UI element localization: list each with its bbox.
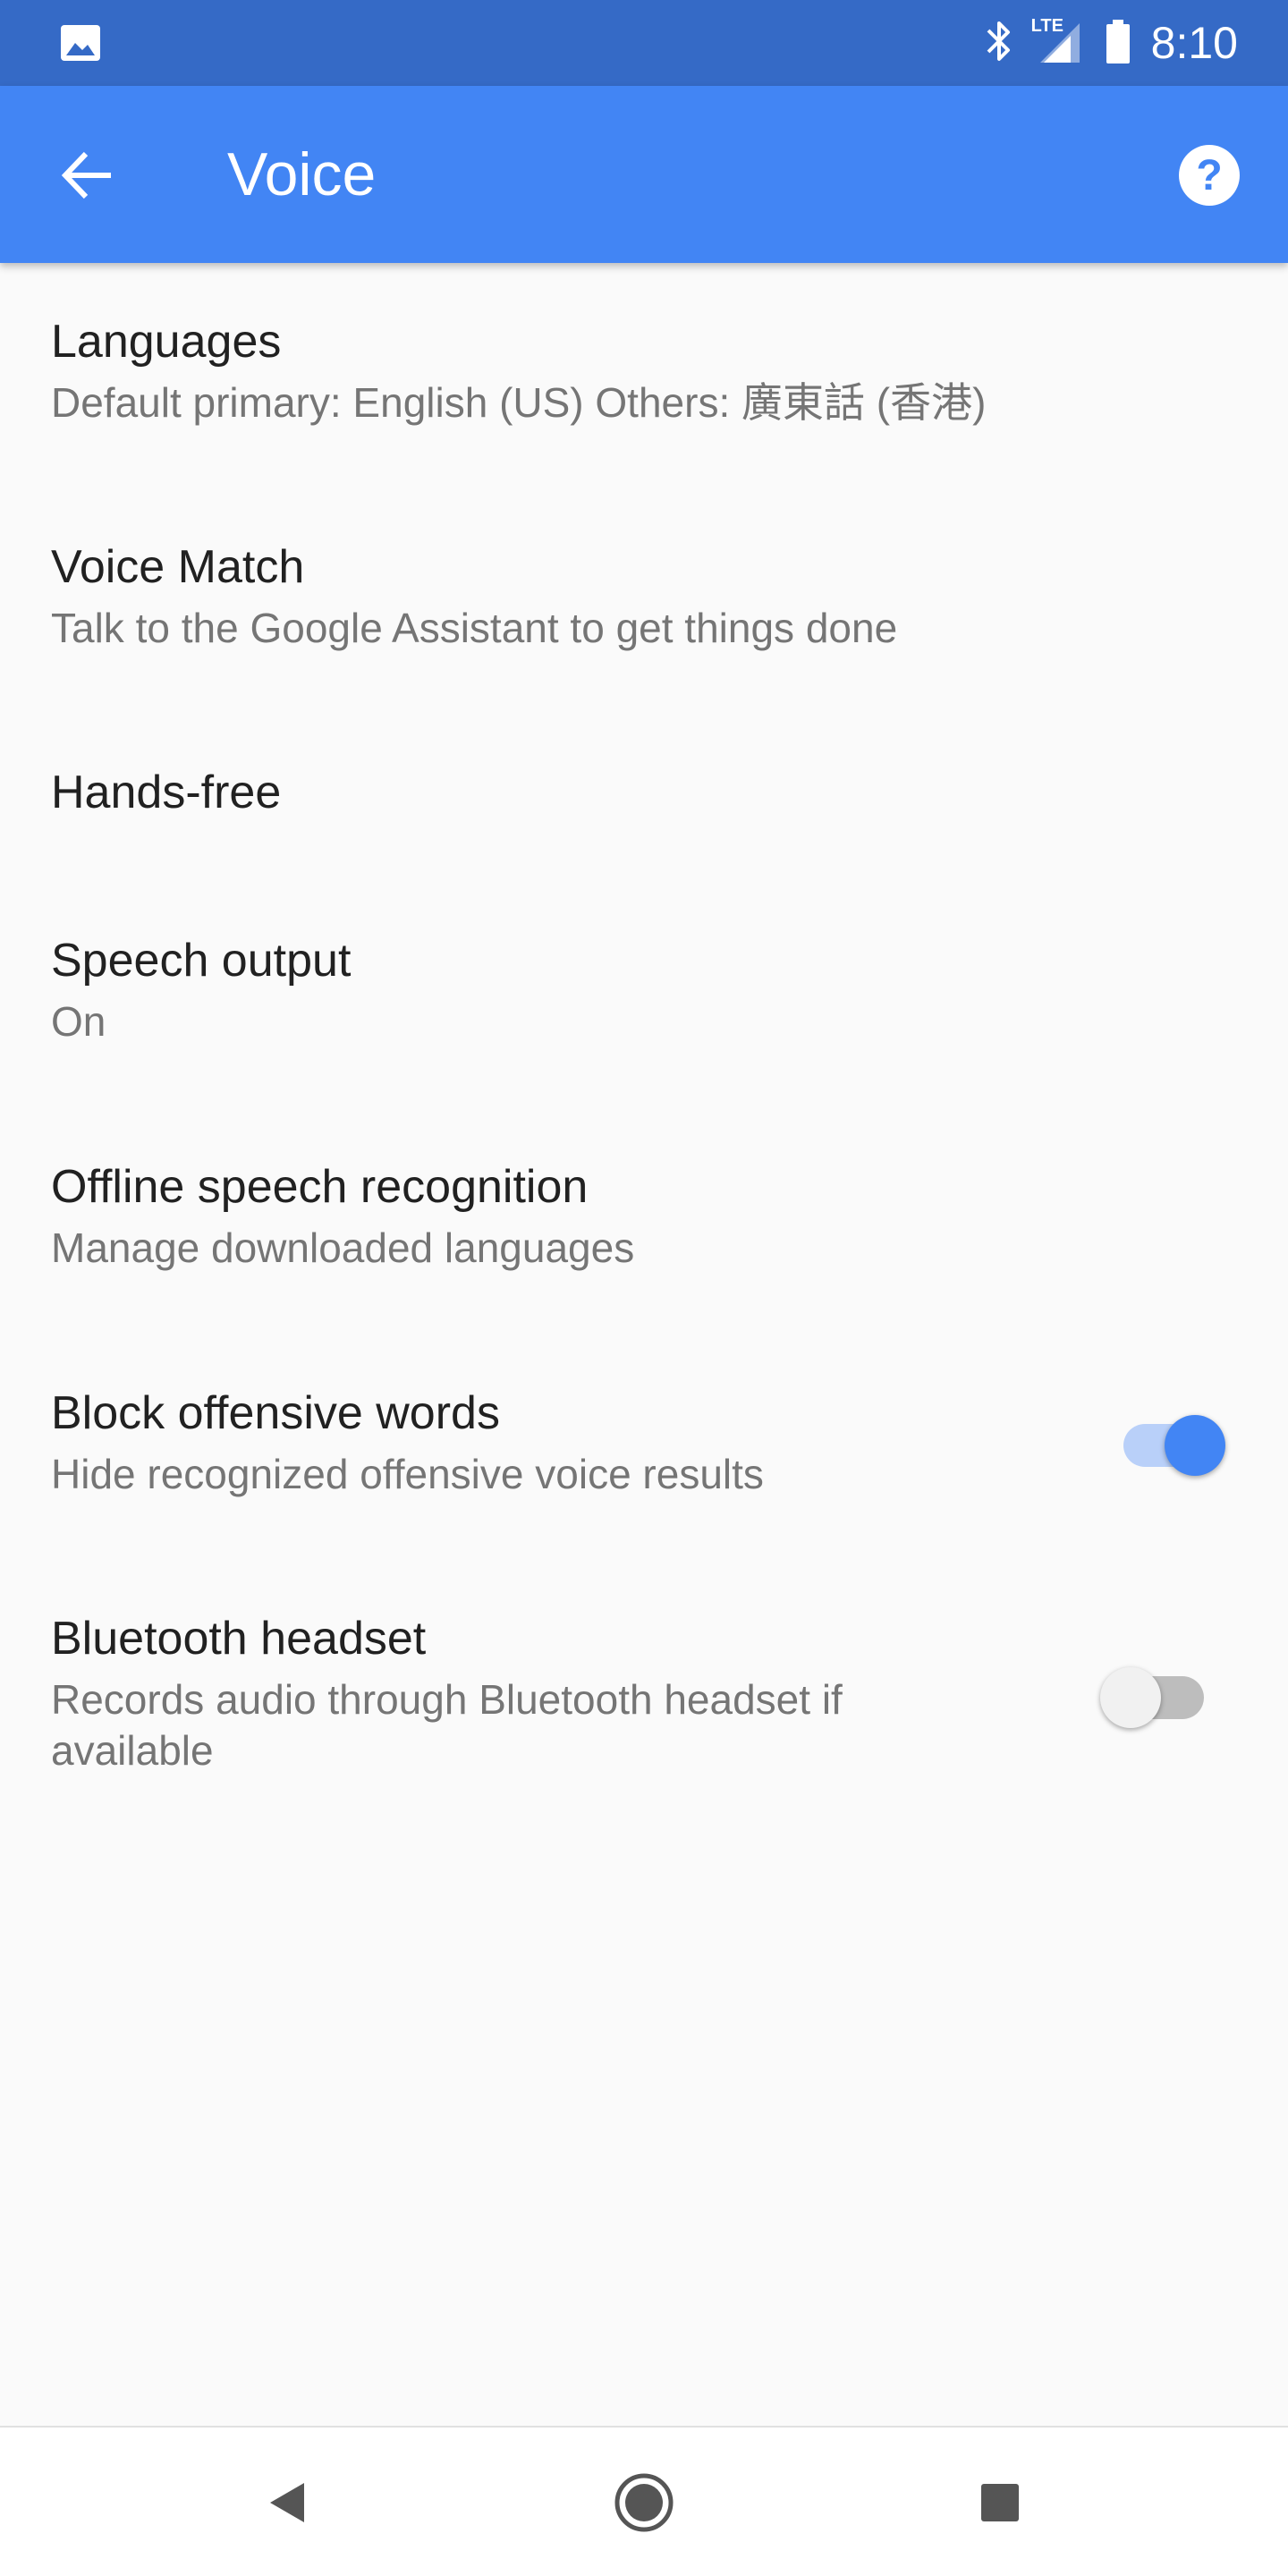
setting-voice-match[interactable]: Voice Match Talk to the Google Assistant…	[0, 540, 1288, 710]
setting-subtitle: On	[51, 998, 106, 1045]
setting-speech-output[interactable]: Speech output On	[0, 934, 1288, 1104]
back-button[interactable]	[43, 131, 132, 220]
setting-title: Languages	[51, 316, 282, 368]
svg-text:?: ?	[1196, 152, 1222, 199]
nav-recents-button[interactable]	[955, 2458, 1045, 2547]
bluetooth-headset-toggle[interactable]	[1100, 1667, 1213, 1728]
help-button[interactable]: ?	[1163, 129, 1256, 222]
setting-title: Voice Match	[51, 541, 305, 593]
block-offensive-toggle[interactable]	[1123, 1415, 1231, 1476]
setting-subtitle: Talk to the Google Assistant to get thin…	[51, 605, 898, 651]
navigation-bar	[0, 2426, 1288, 2576]
setting-title: Speech output	[51, 935, 352, 987]
app-bar: Voice ?	[0, 86, 1288, 263]
back-triangle-icon	[270, 2483, 304, 2522]
setting-bluetooth-headset[interactable]: Bluetooth headset Records audio through …	[0, 1612, 1288, 1809]
home-circle-icon	[614, 2473, 674, 2532]
battery-icon	[1105, 18, 1131, 69]
nav-back-button[interactable]	[242, 2458, 331, 2547]
setting-subtitle: Default primary: English (US) Others: 廣東…	[51, 379, 987, 426]
setting-title: Offline speech recognition	[51, 1161, 589, 1213]
status-time: 8:10	[1150, 18, 1238, 68]
page-title: Voice	[227, 140, 377, 208]
setting-title: Block offensive words	[51, 1387, 500, 1439]
image-icon	[59, 23, 102, 63]
toggle-thumb	[1165, 1415, 1225, 1476]
toggle-thumb	[1100, 1667, 1161, 1728]
arrow-back-icon	[61, 151, 111, 199]
setting-languages[interactable]: Languages Default primary: English (US) …	[0, 315, 1288, 485]
help-icon: ?	[1179, 145, 1240, 206]
recents-square-icon	[981, 2484, 1019, 2521]
setting-subtitle: Hide recognized offensive voice results	[51, 1451, 764, 1497]
nav-home-button[interactable]	[599, 2458, 689, 2547]
setting-title: Hands-free	[51, 767, 282, 818]
setting-title: Bluetooth headset	[51, 1613, 427, 1665]
status-icons: LTE 8:10	[983, 0, 1238, 86]
setting-subtitle: Records audio through Bluetooth headset …	[51, 1676, 843, 1774]
bluetooth-icon	[983, 18, 1015, 69]
signal-icon: LTE	[1031, 16, 1085, 66]
setting-block-offensive-words[interactable]: Block offensive words Hide recognized of…	[0, 1386, 1288, 1556]
setting-subtitle: Manage downloaded languages	[51, 1224, 635, 1271]
status-bar: LTE 8:10	[0, 0, 1288, 86]
setting-hands-free[interactable]: Hands-free	[0, 766, 1288, 891]
setting-offline-speech[interactable]: Offline speech recognition Manage downlo…	[0, 1160, 1288, 1330]
